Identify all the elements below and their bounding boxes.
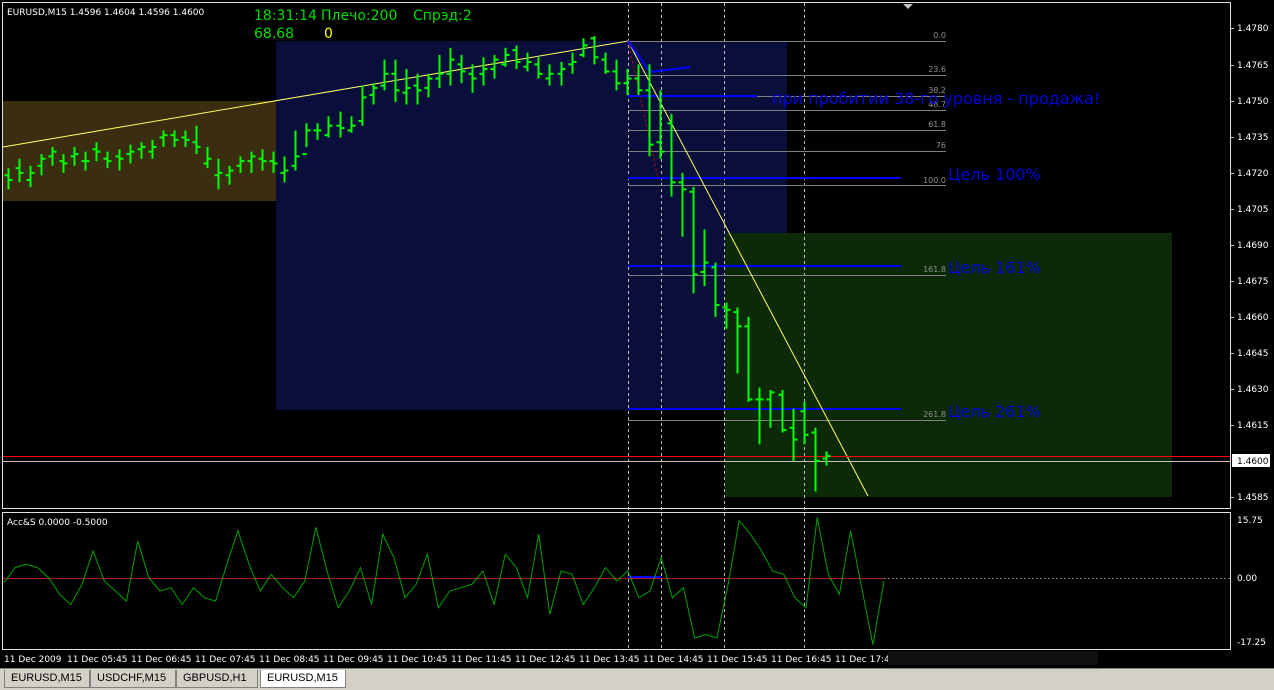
tab-eurusd-m15-active[interactable]: EURUSD,M15 [260, 670, 346, 688]
fib-label: 261.8 [923, 410, 946, 419]
leverage-readout: Плечо:200 [321, 8, 397, 24]
price-tick: 1.4780 [1237, 24, 1269, 34]
price-tick: 1.4765 [1237, 61, 1269, 71]
time-tick: 11 Dec 12:45 [515, 655, 576, 665]
target-261-label: Цель 261% [948, 402, 1041, 421]
price-tick: 1.4615 [1237, 421, 1269, 431]
price-tick: 1.4735 [1237, 133, 1269, 143]
time-tick: 11 Dec 2009 [4, 655, 62, 665]
fib-label: 61.8 [928, 120, 946, 129]
breakout-annotation: при пробитии 38-го уровня - продажа! [772, 89, 1100, 108]
tab-eurusd-m15[interactable]: EURUSD,M15 [4, 670, 90, 688]
overlay-strip [888, 651, 1098, 665]
time-readout: 18:31:14 [254, 8, 317, 24]
target-100-label: Цель 100% [948, 165, 1041, 184]
price-tick: 1.4750 [1237, 97, 1269, 107]
time-tick: 11 Dec 14:45 [643, 655, 704, 665]
time-tick: 11 Dec 05:45 [67, 655, 128, 665]
value-b: 0 [324, 26, 333, 42]
tab-gbpusd-h1[interactable]: GBPUSD,H1 [176, 670, 258, 688]
fib-label: 23.6 [928, 65, 946, 74]
price-tick: 1.4675 [1237, 277, 1269, 287]
current-price-label: 1.4600 [1237, 457, 1269, 467]
price-tick: 1.4585 [1237, 493, 1269, 503]
indicator-tick: -17.25 [1237, 638, 1266, 648]
time-tick: 11 Dec 08:45 [259, 655, 320, 665]
spread-readout: Спрэд:2 [413, 8, 472, 24]
time-tick: 11 Dec 09:45 [323, 655, 384, 665]
time-tick: 11 Dec 15:45 [707, 655, 768, 665]
value-a: 68.68 [254, 26, 294, 42]
fib-label: 76 [936, 141, 946, 150]
chart-canvas[interactable]: 0.0 23.6 38.2 48.7 61.8 76 100.0 161.8 2… [0, 0, 1274, 690]
price-tick: 1.4645 [1237, 349, 1269, 359]
target-161-label: Цель 161% [948, 258, 1041, 277]
indicator-tick: 15.75 [1237, 516, 1263, 526]
fib-label: 0.0 [933, 31, 946, 40]
chart-tabs: EURUSD,M15 USDCHF,M15 GBPUSD,H1 EURUSD,M… [0, 668, 1274, 690]
time-tick: 11 Dec 17:45 [835, 655, 896, 665]
price-tick: 1.4690 [1237, 241, 1269, 251]
price-tick: 1.4705 [1237, 205, 1269, 215]
price-tick: 1.4630 [1237, 385, 1269, 395]
fib-label: 161.8 [923, 265, 946, 274]
time-tick: 11 Dec 10:45 [387, 655, 448, 665]
price-tick: 1.4660 [1237, 313, 1269, 323]
indicator-label: Acc&S 0.0000 -0.5000 [7, 518, 108, 528]
symbol-info: EURUSD,M15 1.4596 1.4604 1.4596 1.4600 [7, 8, 205, 18]
tab-usdchf-m15[interactable]: USDCHF,M15 [90, 670, 176, 688]
price-tick: 1.4720 [1237, 169, 1269, 179]
time-tick: 11 Dec 13:45 [579, 655, 640, 665]
time-tick: 11 Dec 16:45 [771, 655, 832, 665]
time-tick: 11 Dec 11:45 [451, 655, 512, 665]
time-tick: 11 Dec 06:45 [131, 655, 192, 665]
time-tick: 11 Dec 07:45 [195, 655, 256, 665]
fib-label: 100.0 [923, 176, 946, 185]
indicator-tick: 0.00 [1237, 574, 1257, 584]
